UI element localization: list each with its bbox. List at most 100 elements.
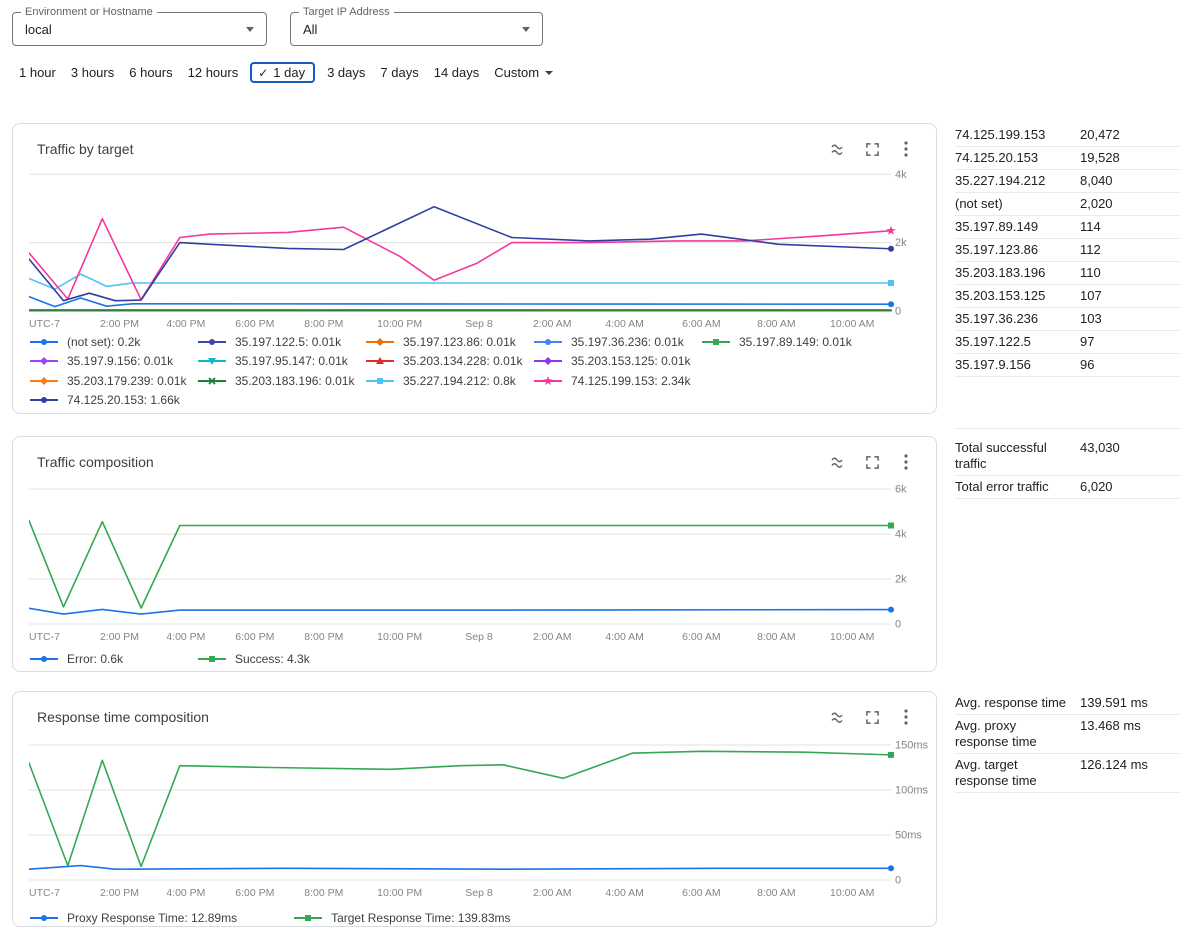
legend-item[interactable]: 35.227.194.212: 0.8k	[365, 374, 533, 388]
legend-item[interactable]: 35.203.134.228: 0.01k	[365, 354, 533, 368]
legend-marker-icon	[365, 355, 395, 367]
row-label: 74.125.199.153	[955, 127, 1080, 143]
time-range-12-hours[interactable]: 12 hours	[185, 62, 242, 83]
card-header: Traffic by target	[13, 124, 936, 159]
table-row: Total error traffic6,020	[955, 476, 1180, 499]
table-row: 35.197.122.597	[955, 331, 1180, 354]
legend-marker-icon	[197, 653, 227, 665]
svg-text:6k: 6k	[895, 484, 907, 496]
legend-marker-icon	[365, 375, 395, 387]
legend-marker-icon	[533, 375, 563, 387]
legend-row: Proxy Response Time: 12.89ms Target Respo…	[29, 908, 567, 928]
svg-text:UTC-7: UTC-7	[29, 631, 60, 643]
compare-icon[interactable]	[828, 707, 848, 727]
table-row: 35.197.89.149114	[955, 216, 1180, 239]
response-time-composition-legend: Proxy Response Time: 12.89ms Target Respo…	[29, 908, 567, 928]
time-range-3-days[interactable]: 3 days	[324, 62, 368, 83]
traffic-by-target-card: Traffic by target 02k4kUTC-72:00 PM4:00 …	[12, 123, 937, 414]
traffic-by-target-chart[interactable]: 02k4kUTC-72:00 PM4:00 PM6:00 PM8:00 PM10…	[29, 160, 934, 338]
legend-marker-icon	[533, 336, 563, 348]
compare-icon[interactable]	[828, 139, 848, 159]
row-label: 35.227.194.212	[955, 173, 1080, 189]
legend-marker-icon	[701, 336, 731, 348]
legend-item[interactable]: 35.203.179.239: 0.01k	[29, 374, 197, 388]
table-row: 74.125.20.15319,528	[955, 147, 1180, 170]
legend-item[interactable]: 74.125.20.153: 1.66k	[29, 393, 197, 407]
time-range-3-hours[interactable]: 3 hours	[68, 62, 117, 83]
compare-icon[interactable]	[828, 452, 848, 472]
legend-item[interactable]: 35.197.123.86: 0.01k	[365, 335, 533, 349]
time-range-7-days[interactable]: 7 days	[377, 62, 421, 83]
target-ip-select[interactable]: Target IP Address All	[290, 12, 543, 46]
svg-text:10:00 PM: 10:00 PM	[377, 318, 422, 330]
svg-text:10:00 PM: 10:00 PM	[377, 887, 422, 899]
svg-text:6:00 AM: 6:00 AM	[682, 318, 721, 330]
card-title: Traffic by target	[37, 141, 828, 157]
card-title: Traffic composition	[37, 454, 828, 470]
legend-item[interactable]: 35.203.183.196: 0.01k	[197, 374, 365, 388]
row-label: 35.203.153.125	[955, 288, 1080, 304]
environment-hostname-value: local	[25, 22, 246, 37]
svg-text:Sep 8: Sep 8	[465, 318, 493, 330]
svg-text:0: 0	[895, 875, 901, 887]
card-actions	[828, 707, 916, 727]
legend-label: 35.197.95.147: 0.01k	[235, 354, 348, 368]
svg-text:4k: 4k	[895, 529, 907, 541]
svg-text:50ms: 50ms	[895, 830, 922, 842]
svg-text:8:00 AM: 8:00 AM	[757, 887, 796, 899]
environment-hostname-select[interactable]: Environment or Hostname local	[12, 12, 267, 46]
legend-row: Error: 0.6kSuccess: 4.3k	[29, 649, 365, 669]
table-row: (not set)2,020	[955, 193, 1180, 216]
table-row: Total successful traffic43,030	[955, 437, 1180, 476]
legend-marker-icon	[197, 336, 227, 348]
time-range-bar: 1 hour 3 hours 6 hours 12 hours ✓1 day 3 days…	[16, 62, 556, 83]
row-value: 114	[1080, 219, 1180, 235]
row-label: 35.197.9.156	[955, 357, 1080, 373]
legend-item[interactable]: 35.197.122.5: 0.01k	[197, 335, 365, 349]
legend-item[interactable]: (not set): 0.2k	[29, 335, 197, 349]
legend-label: 35.197.9.156: 0.01k	[67, 354, 173, 368]
legend-item[interactable]: 35.197.89.149: 0.01k	[701, 335, 869, 349]
check-icon: ✓	[258, 66, 268, 80]
legend-marker-icon	[533, 355, 563, 367]
legend-item[interactable]: 35.203.153.125: 0.01k	[533, 354, 701, 368]
fullscreen-icon[interactable]	[862, 707, 882, 727]
legend-item[interactable]: 35.197.95.147: 0.01k	[197, 354, 365, 368]
legend-row: 35.197.9.156: 0.01k 35.197.95.147: 0.01k 3…	[29, 352, 869, 372]
response-time-composition-chart[interactable]: 050ms100ms150msUTC-72:00 PM4:00 PM6:00 P…	[29, 732, 934, 907]
svg-text:Sep 8: Sep 8	[465, 887, 493, 899]
legend-label: 35.197.122.5: 0.01k	[235, 335, 341, 349]
legend-item[interactable]: Success: 4.3k	[197, 652, 365, 666]
time-range-custom[interactable]: Custom	[491, 62, 556, 83]
svg-text:10:00 PM: 10:00 PM	[377, 631, 422, 643]
legend-item[interactable]: 35.197.9.156: 0.01k	[29, 354, 197, 368]
legend-marker-icon	[29, 355, 59, 367]
legend-item[interactable]: Error: 0.6k	[29, 652, 197, 666]
more-options-icon[interactable]	[896, 707, 916, 727]
svg-text:0: 0	[895, 306, 901, 318]
more-options-icon[interactable]	[896, 139, 916, 159]
card-header: Response time composition	[13, 692, 936, 727]
fullscreen-icon[interactable]	[862, 139, 882, 159]
legend-item[interactable]: Proxy Response Time: 12.89ms	[29, 911, 237, 925]
table-row: Avg. response time139.591 ms	[955, 692, 1180, 715]
target-ip-value: All	[303, 22, 522, 37]
fullscreen-icon[interactable]	[862, 452, 882, 472]
traffic-composition-chart[interactable]: 02k4k6kUTC-72:00 PM4:00 PM6:00 PM8:00 PM…	[29, 475, 934, 651]
time-range-14-days[interactable]: 14 days	[431, 62, 483, 83]
time-range-6-hours[interactable]: 6 hours	[126, 62, 175, 83]
table-row: 35.227.194.2128,040	[955, 170, 1180, 193]
row-label: (not set)	[955, 196, 1080, 212]
time-range-1-day[interactable]: ✓1 day	[250, 62, 315, 83]
time-range-1-hour[interactable]: 1 hour	[16, 62, 59, 83]
svg-text:UTC-7: UTC-7	[29, 318, 60, 330]
legend-item[interactable]: 74.125.199.153: 2.34k	[533, 374, 701, 388]
legend-item[interactable]: 35.197.36.236: 0.01k	[533, 335, 701, 349]
more-options-icon[interactable]	[896, 452, 916, 472]
table-row: 35.197.9.15696	[955, 354, 1180, 377]
card-actions	[828, 452, 916, 472]
legend-item[interactable]: Target Response Time: 139.83ms	[293, 911, 510, 925]
row-value: 8,040	[1080, 173, 1180, 189]
legend-marker-icon	[29, 394, 59, 406]
row-label: Total successful traffic	[955, 440, 1080, 472]
